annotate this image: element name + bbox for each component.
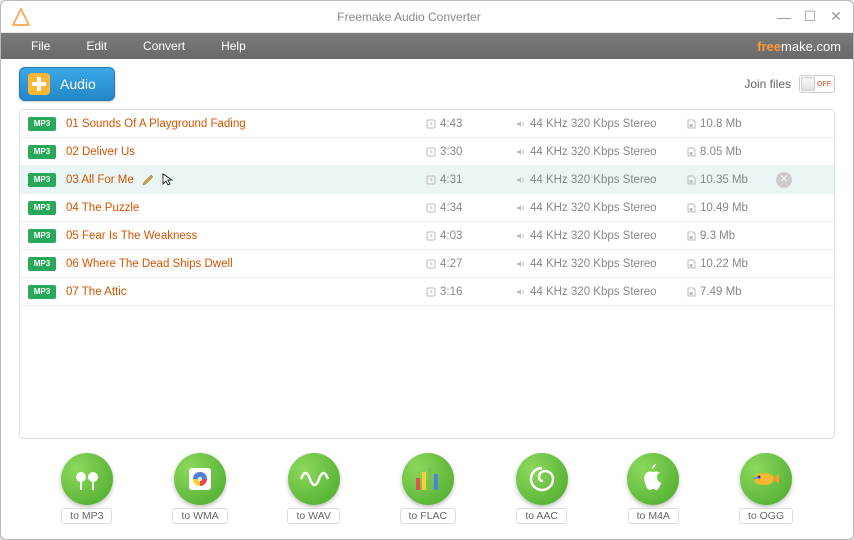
menu-help[interactable]: Help (203, 39, 264, 53)
window-controls: — ☐ ✕ (777, 10, 843, 24)
app-logo-icon (11, 7, 31, 27)
add-audio-label: Audio (60, 76, 96, 92)
format-badge: MP3 (28, 257, 56, 271)
wave-icon (288, 453, 340, 505)
plus-icon (28, 73, 50, 95)
add-audio-button[interactable]: Audio (19, 67, 115, 101)
track-title: 01 Sounds Of A Playground Fading (66, 118, 426, 130)
toggle-handle-icon (801, 77, 815, 91)
track-title: 06 Where The Dead Ships Dwell (66, 258, 426, 270)
earbuds-icon (61, 453, 113, 505)
bars-icon (402, 453, 454, 505)
track-list: MP301 Sounds Of A Playground Fading4:434… (19, 109, 835, 439)
format-flac-button[interactable]: to FLAC (400, 453, 457, 524)
format-bar: to MP3 to WMA to WAV to FLAC to AAC to M4A to … (1, 449, 853, 539)
track-duration: 4:03 (426, 230, 516, 242)
brand-link[interactable]: freemake.com (757, 39, 841, 54)
format-wav-button[interactable]: to WAV (287, 453, 339, 524)
track-size: 9.3 Mb (686, 230, 776, 242)
track-duration: 3:30 (426, 146, 516, 158)
format-badge: MP3 (28, 117, 56, 131)
track-title: 07 The Attic (66, 286, 426, 298)
menu-convert[interactable]: Convert (125, 39, 203, 53)
track-size: 10.49 Mb (686, 202, 776, 214)
track-size: 7.49 Mb (686, 286, 776, 298)
format-badge: MP3 (28, 201, 56, 215)
cursor-icon (162, 173, 174, 187)
format-label: to M4A (628, 508, 679, 524)
edit-icon[interactable] (142, 174, 154, 186)
track-duration: 4:34 (426, 202, 516, 214)
format-label: to OGG (739, 508, 793, 524)
track-row[interactable]: MP3 02 Deliver Us3:3044 KHz 320 Kbps Ster… (20, 138, 834, 166)
maximize-button[interactable]: ☐ (803, 10, 817, 24)
wma-icon (174, 453, 226, 505)
track-audio-info: 44 KHz 320 Kbps Stereo (516, 230, 686, 242)
app-window: Freemake Audio Converter — ☐ ✕ File Edit… (0, 0, 854, 540)
track-row[interactable]: MP3 03 All For Me4:3144 KHz 320 Kbps Ster… (20, 166, 834, 194)
track-size: 10.35 Mb (686, 174, 776, 186)
track-audio-info: 44 KHz 320 Kbps Stereo (516, 286, 686, 298)
toolbar: Audio Join files OFF (1, 59, 853, 109)
format-ogg-button[interactable]: to OGG (739, 453, 793, 524)
minimize-button[interactable]: — (777, 10, 791, 24)
track-duration: 3:16 (426, 286, 516, 298)
toggle-state: OFF (814, 81, 834, 88)
track-title: 03 All For Me (66, 173, 426, 187)
track-row[interactable]: MP3 01 Sounds Of A Playground Fading4:434… (20, 110, 834, 138)
track-size: 8.05 Mb (686, 146, 776, 158)
close-button[interactable]: ✕ (829, 10, 843, 24)
menu-edit[interactable]: Edit (68, 39, 125, 53)
format-badge: MP3 (28, 229, 56, 243)
track-title: 02 Deliver Us (66, 146, 426, 158)
track-audio-info: 44 KHz 320 Kbps Stereo (516, 118, 686, 130)
track-audio-info: 44 KHz 320 Kbps Stereo (516, 202, 686, 214)
format-wma-button[interactable]: to WMA (172, 453, 227, 524)
format-label: to MP3 (61, 508, 112, 524)
fish-icon (740, 453, 792, 505)
format-label: to WAV (287, 508, 339, 524)
track-duration: 4:43 (426, 118, 516, 130)
track-row[interactable]: MP3 05 Fear Is The Weakness4:0344 KHz 320… (20, 222, 834, 250)
track-duration: 4:31 (426, 174, 516, 186)
track-row[interactable]: MP3 07 The Attic3:1644 KHz 320 Kbps Stere… (20, 278, 834, 306)
format-mp3-button[interactable]: to MP3 (61, 453, 113, 524)
track-size: 10.22 Mb (686, 258, 776, 270)
track-row[interactable]: MP3 04 The Puzzle4:3444 KHz 320 Kbps Ster… (20, 194, 834, 222)
track-audio-info: 44 KHz 320 Kbps Stereo (516, 174, 686, 186)
format-badge: MP3 (28, 173, 56, 187)
menu-file[interactable]: File (13, 39, 68, 53)
format-m4a-button[interactable]: to M4A (627, 453, 679, 524)
format-label: to AAC (516, 508, 567, 524)
track-title: 05 Fear Is The Weakness (66, 230, 426, 242)
titlebar: Freemake Audio Converter — ☐ ✕ (1, 1, 853, 33)
track-title: 04 The Puzzle (66, 202, 426, 214)
track-size: 10.8 Mb (686, 118, 776, 130)
format-label: to WMA (172, 508, 227, 524)
format-badge: MP3 (28, 285, 56, 299)
window-title: Freemake Audio Converter (41, 10, 777, 24)
swirl-icon (516, 453, 568, 505)
track-audio-info: 44 KHz 320 Kbps Stereo (516, 146, 686, 158)
apple-icon (627, 453, 679, 505)
format-label: to FLAC (400, 508, 457, 524)
format-badge: MP3 (28, 145, 56, 159)
track-row[interactable]: MP3 06 Where The Dead Ships Dwell4:2744 K… (20, 250, 834, 278)
join-files-label: Join files (744, 77, 791, 91)
menubar: File Edit Convert Help freemake.com (1, 33, 853, 59)
format-aac-button[interactable]: to AAC (516, 453, 568, 524)
remove-track-button[interactable]: ✕ (776, 172, 792, 188)
track-duration: 4:27 (426, 258, 516, 270)
track-audio-info: 44 KHz 320 Kbps Stereo (516, 258, 686, 270)
join-files-toggle[interactable]: OFF (799, 75, 835, 93)
